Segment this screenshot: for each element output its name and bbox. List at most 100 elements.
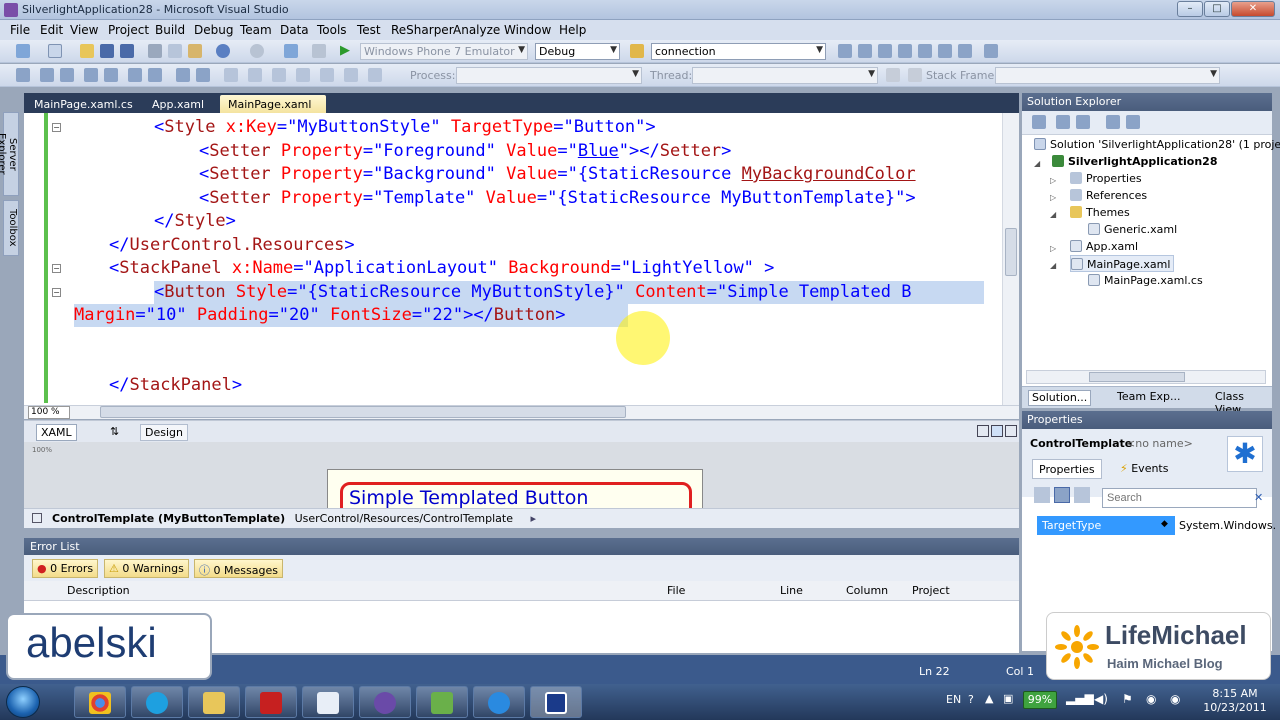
property-marker-icon[interactable]: ◆ xyxy=(1161,519,1168,529)
zoom-select[interactable]: 100 % xyxy=(28,406,70,419)
tree-item-themes[interactable]: Themes xyxy=(1070,204,1130,221)
toolbox-tab[interactable]: Toolbox xyxy=(3,200,19,256)
bookmark-icon[interactable] xyxy=(224,68,238,82)
properties-tab[interactable]: Properties xyxy=(1032,459,1102,479)
solution-config-select[interactable]: Debug ▼ xyxy=(535,43,620,60)
save-all-icon[interactable] xyxy=(120,44,134,58)
events-tab[interactable]: ⚡ Events xyxy=(1120,462,1168,475)
column-file[interactable]: File xyxy=(667,584,685,597)
network-icon[interactable]: ▂▄▆ xyxy=(1066,691,1094,705)
breadcrumb-path[interactable]: UserControl/Resources/ControlTemplate xyxy=(295,512,513,525)
text-editor-icon-2[interactable] xyxy=(40,68,54,82)
taskbar-app[interactable] xyxy=(530,686,582,718)
close-button[interactable]: ✕ xyxy=(1231,1,1275,17)
vertical-split-icon[interactable] xyxy=(977,425,989,437)
menu-project[interactable]: Project xyxy=(108,23,149,37)
minimize-button[interactable]: – xyxy=(1177,1,1203,17)
find-icon[interactable] xyxy=(838,44,852,58)
menu-resharper[interactable]: ReSharper xyxy=(391,23,454,37)
add-item-icon[interactable] xyxy=(48,44,62,58)
toolbar-options-icon[interactable] xyxy=(984,44,998,58)
menu-view[interactable]: View xyxy=(70,23,98,37)
navigate-backward-icon[interactable] xyxy=(284,44,298,58)
taskbar-chrome[interactable] xyxy=(74,686,126,718)
tab-solution[interactable]: Solution... xyxy=(1028,390,1092,406)
display-word-icon[interactable] xyxy=(104,68,118,82)
properties-icon[interactable] xyxy=(1032,115,1046,129)
tab-mainpage-xaml[interactable]: MainPage.xaml ✕ xyxy=(220,95,326,124)
menu-window[interactable]: Window xyxy=(504,23,551,37)
extension-manager-icon[interactable] xyxy=(938,44,952,58)
view-designer-icon[interactable] xyxy=(1126,115,1140,129)
tree-item-project[interactable]: SilverlightApplication28 xyxy=(1052,153,1218,170)
messages-filter-button[interactable]: ⓘ 0 Messages xyxy=(194,559,283,578)
warnings-filter-button[interactable]: ⚠ 0 Warnings xyxy=(104,559,189,578)
tab-app-xaml[interactable]: App.xaml xyxy=(144,95,212,113)
start-debugging-icon[interactable]: ▶ xyxy=(340,44,354,58)
tray-help-icon[interactable]: ? xyxy=(968,693,974,706)
menu-debug[interactable]: Debug xyxy=(194,23,233,37)
column-column[interactable]: Column xyxy=(846,584,888,597)
stack-frame-select[interactable]: ▼ xyxy=(995,67,1220,84)
toolbox-icon[interactable] xyxy=(898,44,912,58)
errors-filter-button[interactable]: ● 0 Errors xyxy=(32,559,99,578)
paste-icon[interactable] xyxy=(188,44,202,58)
clear-bookmarks-icon[interactable] xyxy=(368,68,382,82)
quick-info-icon[interactable] xyxy=(84,68,98,82)
menu-team[interactable]: Team xyxy=(240,23,272,37)
collapse-button-icon[interactable]: − xyxy=(52,288,61,297)
tree-item-mainpage-xaml[interactable]: MainPage.xaml xyxy=(1070,255,1175,272)
expand-arrow-icon[interactable]: ▷ xyxy=(1050,244,1056,253)
tree-item-solution[interactable]: Solution 'SilverlightApplication28' (1 p… xyxy=(1034,136,1280,153)
battery-indicator[interactable]: 99% xyxy=(1023,691,1057,709)
collapse-arrow-icon[interactable]: ◢ xyxy=(1034,159,1040,168)
thread-select[interactable]: ▼ xyxy=(692,67,878,84)
tree-item-app-xaml[interactable]: App.xaml xyxy=(1070,238,1138,255)
start-page-icon[interactable] xyxy=(918,44,932,58)
breadcrumb-arrow-icon[interactable]: ▸ xyxy=(531,512,537,525)
prev-bookmark-doc-icon[interactable] xyxy=(344,68,358,82)
property-row[interactable]: TargetType ◆ System.Windows. xyxy=(1037,516,1276,535)
taskbar-document[interactable] xyxy=(302,686,354,718)
taskbar-acrobat[interactable] xyxy=(245,686,297,718)
xaml-tab[interactable]: XAML xyxy=(36,424,77,441)
alphabetical-icon[interactable] xyxy=(1054,487,1070,503)
action-center-icon[interactable]: ⚑ xyxy=(1122,692,1133,706)
volume-icon[interactable]: ◀) xyxy=(1094,692,1108,706)
horizontal-split-icon[interactable] xyxy=(991,425,1003,437)
taskbar-explorer[interactable] xyxy=(188,686,240,718)
redo-icon[interactable] xyxy=(250,44,264,58)
tab-team-explorer[interactable]: Team Exp... xyxy=(1114,390,1184,406)
xaml-code-editor[interactable]: − − − <Style x:Key="MyButtonStyle" Targe… xyxy=(24,113,1019,405)
copy-icon[interactable] xyxy=(168,44,182,58)
column-line[interactable]: Line xyxy=(780,584,803,597)
start-button[interactable] xyxy=(6,686,40,718)
tree-item-mainpage-xaml-cs[interactable]: MainPage.xaml.cs xyxy=(1088,272,1203,289)
properties-window-icon[interactable] xyxy=(858,44,872,58)
increase-indent-icon[interactable] xyxy=(148,68,162,82)
scroll-thumb[interactable] xyxy=(1005,228,1017,276)
column-description[interactable]: Description xyxy=(67,584,130,597)
design-canvas[interactable]: Simple Templated Button xyxy=(327,469,703,508)
server-explorer-tab[interactable]: Server Explorer xyxy=(0,112,19,196)
taskbar-ie[interactable] xyxy=(473,686,525,718)
navigate-forward-icon[interactable] xyxy=(312,44,326,58)
deployment-target-select[interactable]: Windows Phone 7 Emulator ▼ xyxy=(360,43,528,60)
open-folder-icon[interactable] xyxy=(80,44,94,58)
tab-class-view[interactable]: Class View xyxy=(1212,390,1272,416)
refresh-icon[interactable] xyxy=(1076,115,1090,129)
tab-mainpage-xaml-cs[interactable]: MainPage.xaml.cs xyxy=(26,95,141,113)
design-surface[interactable]: 100% Simple Templated Button xyxy=(24,442,1019,508)
next-bookmark-folder-icon[interactable] xyxy=(320,68,334,82)
expand-arrow-icon[interactable]: ▷ xyxy=(1050,176,1056,185)
tree-item-generic-xaml[interactable]: Generic.xaml xyxy=(1088,221,1177,238)
collapse-arrow-icon[interactable]: ◢ xyxy=(1050,261,1056,270)
tray-app-icon[interactable]: ▣ xyxy=(1003,692,1013,705)
swap-panes-icon[interactable]: ⇅ xyxy=(106,424,123,441)
solution-explorer-scrollbar[interactable] xyxy=(1026,370,1266,384)
taskbar-skype[interactable] xyxy=(131,686,183,718)
find-combo[interactable]: connection ▼ xyxy=(651,43,826,60)
menu-analyze[interactable]: Analyze xyxy=(453,23,500,37)
find-in-files-icon[interactable] xyxy=(630,44,644,58)
object-browser-icon[interactable] xyxy=(878,44,892,58)
